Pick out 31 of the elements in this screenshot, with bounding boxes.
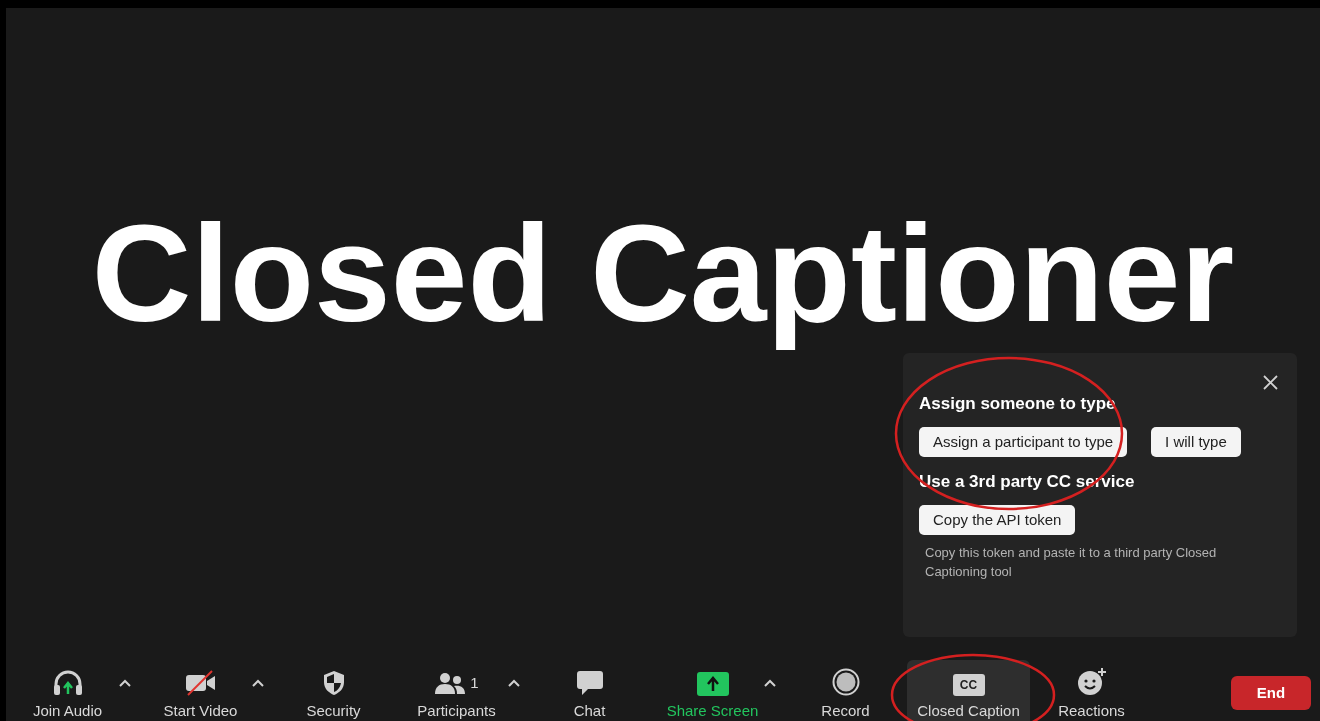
people-icon: [434, 672, 467, 696]
toolbar-button[interactable]: Chat: [528, 660, 651, 721]
toolbar-button[interactable]: Security: [272, 660, 395, 721]
caret-icon: [119, 679, 131, 687]
close-button[interactable]: [1261, 373, 1279, 391]
toolbar-button[interactable]: 1 Participants: [395, 660, 518, 721]
headphones-icon: [51, 670, 84, 696]
toolbar-button[interactable]: Join Audio: [6, 660, 129, 721]
participant-count: 1: [470, 673, 479, 693]
helper-text: Copy this token and paste it to a third party Closed Captioning tool: [924, 544, 1218, 581]
caret-icon: [508, 679, 520, 687]
chat-bubble-icon: [575, 670, 604, 696]
toolbar-button[interactable]: Start Video: [139, 660, 262, 721]
toolbar-button[interactable]: CC Closed Caption: [907, 660, 1030, 721]
toolbar-button[interactable]: Share Screen: [651, 660, 774, 721]
end-button[interactable]: End: [1231, 676, 1311, 710]
smiley-plus-icon: [1076, 668, 1107, 696]
toolbar-button[interactable]: Reactions: [1030, 660, 1153, 721]
cc-icon: CC: [952, 674, 985, 696]
share-screen-icon: [696, 672, 729, 696]
camera-off-icon: [183, 670, 218, 696]
record-icon: [831, 668, 860, 696]
shield-icon: [321, 670, 346, 696]
option-button[interactable]: Copy the API token: [919, 504, 1076, 535]
slide-title: Closed Captioner: [91, 198, 1235, 348]
toolbar-button[interactable]: Record: [784, 660, 907, 721]
option-button[interactable]: Assign a participant to type: [919, 426, 1128, 457]
caret-icon: [252, 679, 264, 687]
close-icon: [1262, 374, 1278, 390]
caret-icon: [764, 679, 776, 687]
option-button[interactable]: I will type: [1151, 426, 1241, 457]
